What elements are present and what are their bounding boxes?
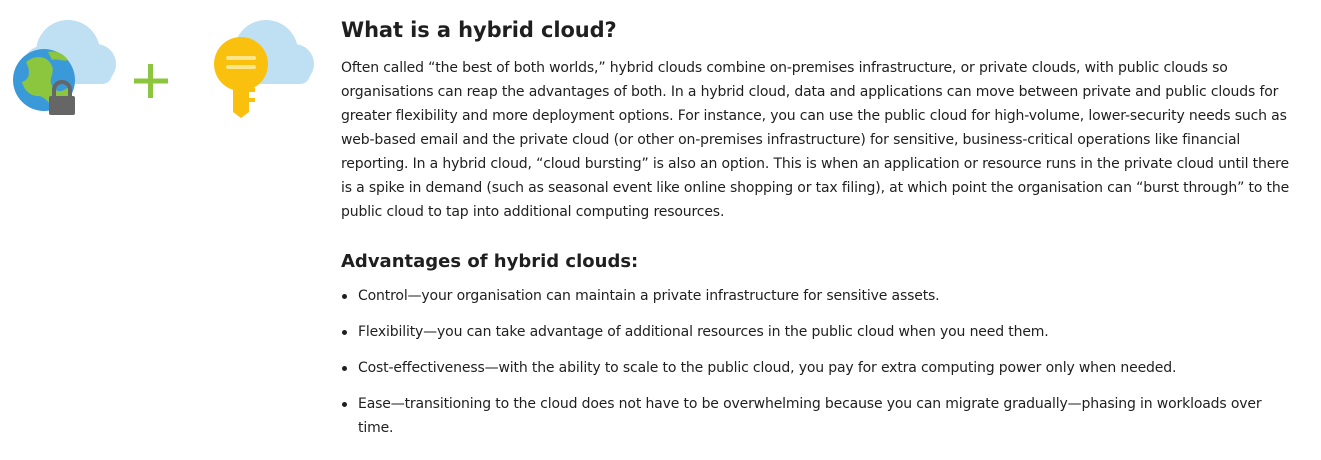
intro-paragraph: Often called “the best of both worlds,” … bbox=[341, 60, 1290, 220]
list-item: Flexibility—you can take advantage of ad… bbox=[341, 320, 1296, 344]
list-item: Cost-effectiveness—with the ability to s… bbox=[341, 356, 1296, 380]
advantages-heading: Advantages of hybrid clouds: bbox=[341, 251, 639, 272]
page-title: What is a hybrid cloud? bbox=[341, 18, 617, 42]
article-content: What is a hybrid cloud? Often called “th… bbox=[341, 18, 1296, 452]
globe-with-padlock-cloud-icon bbox=[13, 20, 116, 115]
key-cloud-icon bbox=[214, 20, 314, 118]
advantages-list: Control—your organisation can maintain a… bbox=[341, 284, 1296, 440]
list-item: Ease—transitioning to the cloud does not… bbox=[341, 392, 1296, 440]
hybrid-cloud-illustration bbox=[8, 12, 318, 132]
plus-icon bbox=[134, 64, 168, 98]
list-item: Control—your organisation can maintain a… bbox=[341, 284, 1296, 308]
